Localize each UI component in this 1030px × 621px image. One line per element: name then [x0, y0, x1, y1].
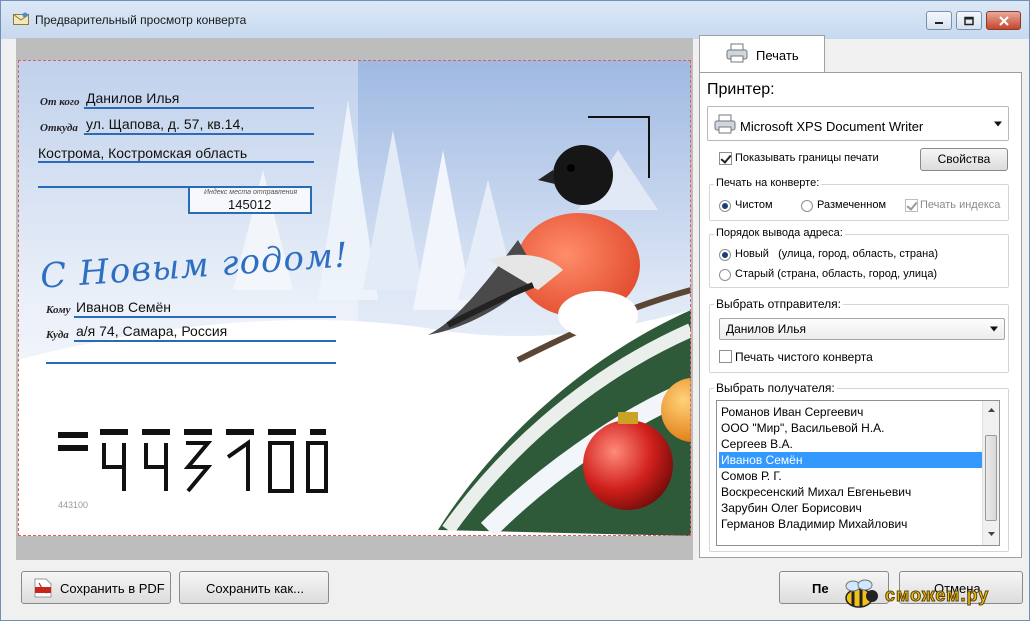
show-borders-label: Показывать границы печати: [735, 152, 879, 164]
close-icon: [998, 15, 1009, 26]
dest-label: Куда: [46, 329, 69, 341]
to-label: Кому: [46, 304, 71, 316]
clean-label: Чистом: [735, 199, 773, 211]
maximize-button[interactable]: [956, 11, 982, 30]
to-value: Иванов Семён: [76, 299, 172, 315]
save-as-button[interactable]: Сохранить как...: [179, 571, 329, 604]
sender-select[interactable]: Данилов Илья: [719, 318, 1005, 340]
list-item-selected[interactable]: Иванов Семён: [719, 452, 982, 468]
where-from-underline-2: [38, 161, 314, 163]
list-item[interactable]: Сергеев В.А.: [719, 436, 982, 452]
printer-icon: [726, 43, 748, 63]
sender-value: Данилов Илья: [726, 322, 807, 336]
watermark-logo: сможем.ру: [837, 576, 1027, 616]
new-order-label: Новый (улица, город, область, страна): [735, 248, 939, 260]
dest-underline: [74, 340, 336, 342]
properties-button[interactable]: Свойства: [920, 148, 1008, 171]
list-item[interactable]: Зарубин Олег Борисович: [719, 500, 982, 516]
dest-underline-2: [46, 362, 336, 364]
print-index-label: Печать индекса: [920, 199, 1001, 211]
printer-select[interactable]: Microsoft XPS Document Writer: [707, 106, 1009, 141]
old-order-radio[interactable]: [719, 269, 731, 281]
recipient-list[interactable]: Романов Иван Сергеевич ООО "Мир", Василь…: [716, 400, 1000, 546]
scroll-up-icon[interactable]: [983, 403, 1000, 417]
list-item[interactable]: Сомов Р. Г.: [719, 468, 982, 484]
save-pdf-button[interactable]: Сохранить в PDF: [21, 571, 171, 604]
old-order-label: Старый (страна, область, город, улица): [735, 268, 938, 280]
scroll-thumb[interactable]: [985, 435, 997, 521]
pdf-icon: [34, 578, 52, 598]
save-as-label: Сохранить как...: [206, 581, 304, 596]
where-from-value-2: Кострома, Костромская область: [38, 145, 248, 161]
dest-value: а/я 74, Самара, Россия: [76, 323, 228, 339]
scroll-down-icon[interactable]: [983, 527, 1000, 541]
chevron-down-icon: [990, 326, 998, 332]
recipient-label: Выбрать получателя:: [714, 381, 837, 395]
print-label: Пе: [812, 581, 829, 596]
to-underline: [74, 316, 336, 318]
minimize-button[interactable]: [926, 11, 952, 30]
envelope: От кого Данилов Илья Откуда ул. Щапова, …: [18, 60, 691, 536]
tab-print[interactable]: Печать: [699, 35, 825, 73]
minimize-icon: [935, 21, 943, 24]
sender-extra-line: [38, 186, 188, 188]
envelope-icon: [13, 12, 29, 25]
index-value: 145012: [228, 197, 272, 212]
index-caption: Индекс места отправления: [204, 189, 298, 196]
from-value: Данилов Илья: [86, 90, 180, 106]
list-item[interactable]: Германов Владимир Михайлович: [719, 516, 982, 532]
list-item[interactable]: Романов Иван Сергеевич: [719, 404, 982, 420]
marked-label: Размеченном: [817, 199, 887, 211]
window-title: Предварительный просмотр конверта: [35, 13, 247, 27]
properties-button-label: Свойства: [937, 152, 991, 166]
printer-label: Принтер:: [707, 81, 775, 98]
envelope-preview-window: Предварительный просмотр конверта От ког…: [0, 0, 1030, 621]
address-order-label: Порядок вывода адреса:: [714, 227, 845, 239]
list-item[interactable]: ООО "Мир", Васильевой Н.А.: [719, 420, 982, 436]
close-button[interactable]: [986, 11, 1021, 30]
sender-label: Выбрать отправителя:: [714, 297, 843, 311]
new-order-radio[interactable]: [719, 249, 731, 261]
tab-print-label: Печать: [756, 48, 799, 63]
where-from-underline: [84, 133, 314, 135]
watermark-text: сможем.ру: [884, 585, 990, 606]
printer-icon: [714, 114, 736, 134]
title-bar[interactable]: Предварительный просмотр конверта: [1, 1, 1029, 39]
from-label: От кого: [40, 96, 80, 108]
postcode-value: 443100: [58, 500, 89, 510]
postcode-digits: [58, 429, 328, 493]
printer-value: Microsoft XPS Document Writer: [740, 119, 924, 134]
list-item[interactable]: Воскресенский Михал Евгеньевич: [719, 484, 982, 500]
save-pdf-label: Сохранить в PDF: [60, 581, 165, 596]
from-underline: [84, 107, 314, 109]
maximize-icon: [964, 16, 974, 25]
print-on-envelope-label: Печать на конверте:: [714, 177, 822, 189]
clean-envelope-checkbox[interactable]: [719, 350, 732, 363]
clean-radio[interactable]: [719, 200, 731, 212]
marked-radio[interactable]: [801, 200, 813, 212]
where-from-value: ул. Щапова, д. 57, кв.14,: [86, 116, 245, 132]
show-borders-checkbox[interactable]: [719, 152, 732, 165]
sender-index-box: Индекс места отправления 145012: [188, 186, 312, 214]
print-index-checkbox[interactable]: [905, 199, 918, 212]
chevron-down-icon: [994, 121, 1002, 126]
recipient-scrollbar[interactable]: [982, 401, 999, 545]
where-from-label: Откуда: [40, 122, 78, 134]
stamp-corner-mark: [588, 116, 650, 178]
envelope-preview-area: От кого Данилов Илья Откуда ул. Щапова, …: [16, 38, 693, 560]
clean-envelope-label: Печать чистого конверта: [735, 350, 873, 364]
